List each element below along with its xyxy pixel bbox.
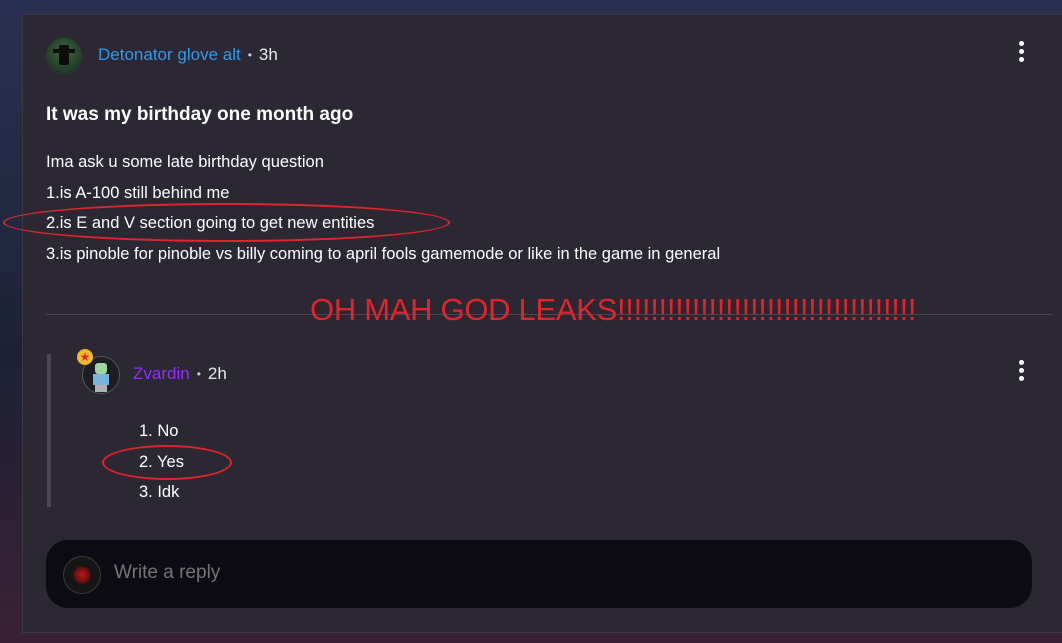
post-title: It was my birthday one month ago	[46, 104, 354, 125]
reply-composer[interactable]	[46, 540, 1032, 608]
avatar-shirt	[93, 374, 109, 385]
post-body-line: 3.is pinoble for pinoble vs billy coming…	[46, 244, 721, 263]
reply-author-name[interactable]: Zvardin	[133, 364, 190, 384]
star-badge-icon: ★	[77, 349, 93, 365]
avatar-figure	[53, 45, 75, 65]
avatar-mark	[72, 566, 92, 584]
reply-header: Zvardin • 2h	[133, 364, 227, 384]
post-header: Detonator glove alt • 3h	[98, 45, 278, 65]
avatar-head	[95, 363, 107, 374]
reply-thread-line	[47, 354, 51, 507]
reply-input[interactable]	[114, 562, 359, 584]
post-author-name[interactable]: Detonator glove alt	[98, 45, 241, 65]
avatar-legs	[95, 385, 107, 392]
post-body-line: Ima ask u some late birthday question	[46, 153, 324, 171]
post-more-options-icon[interactable]	[1019, 41, 1025, 63]
post-timestamp: 3h	[258, 45, 278, 64]
post-author-avatar[interactable]	[46, 38, 82, 74]
current-user-avatar	[63, 556, 101, 594]
header-separator: •	[196, 367, 201, 381]
reply-more-options-icon[interactable]	[1019, 360, 1025, 382]
leaks-annotation: OH MAH GOD LEAKS!!!!!!!!!!!!!!!!!!!!!!!!…	[310, 292, 917, 327]
annotation-circle-question	[3, 203, 450, 242]
reply-item: 3. Idk	[139, 483, 180, 501]
annotation-circle-answer	[102, 445, 232, 480]
header-separator: •	[247, 48, 252, 62]
reply-timestamp: 2h	[207, 364, 227, 383]
